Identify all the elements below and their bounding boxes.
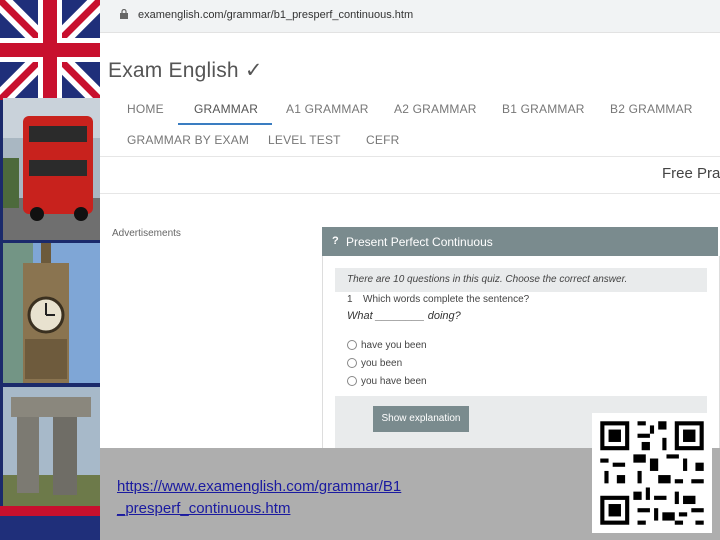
section-divider [100, 193, 720, 194]
question-icon: ? [332, 235, 339, 247]
answer-option[interactable]: have you been [347, 340, 427, 351]
show-explanation-button[interactable]: Show explanation [373, 406, 469, 432]
nav-b1-grammar[interactable]: B1 GRAMMAR [502, 102, 585, 116]
nav-cefr[interactable]: CEFR [366, 133, 399, 147]
qr-code-icon[interactable] [592, 413, 712, 533]
radio-button[interactable] [347, 340, 357, 351]
address-bar[interactable]: examenglish.com/grammar/b1_presperf_cont… [100, 0, 720, 33]
union-jack-flag-bottom [0, 506, 100, 540]
quiz-instructions-box: There are 10 questions in this quiz. Cho… [335, 268, 707, 292]
question-number: 1 [347, 294, 353, 305]
question-sentence: What ________ doing? [347, 310, 461, 322]
answer-option-label: you have been [361, 376, 427, 387]
active-nav-underline [178, 123, 272, 125]
quiz-url-link[interactable]: https://www.examenglish.com/grammar/B1 _… [117, 476, 497, 520]
nav-home[interactable]: HOME [127, 102, 164, 116]
quiz-header: ? Present Perfect Continuous [322, 227, 718, 256]
nav-grammar-by-exam[interactable]: GRAMMAR BY EXAM [127, 133, 249, 147]
site-logo[interactable]: Exam English ✓ [108, 58, 263, 83]
nav-divider [100, 156, 720, 157]
nav-a2-grammar[interactable]: A2 GRAMMAR [394, 102, 477, 116]
advertisements-label: Advertisements [112, 228, 181, 239]
quiz-url-line1[interactable]: https://www.examenglish.com/grammar/B1 [117, 478, 401, 495]
browser-window: examenglish.com/grammar/b1_presperf_cont… [100, 0, 720, 448]
nav-b2-grammar[interactable]: B2 GRAMMAR [610, 102, 693, 116]
answer-option[interactable]: you been [347, 358, 402, 369]
quiz-title: Present Perfect Continuous [346, 235, 493, 249]
stonehenge-photo [3, 387, 100, 507]
lock-icon [120, 9, 128, 19]
question-text: Which words complete the sentence? [363, 294, 530, 305]
answer-option-label: you been [361, 358, 403, 369]
answer-option-label: have you been [361, 340, 427, 351]
big-ben-photo [3, 243, 100, 383]
london-bus-photo [3, 98, 100, 240]
free-practice-link[interactable]: Free Prac [662, 165, 720, 182]
union-jack-flag-top [0, 0, 100, 100]
nav-level-test[interactable]: LEVEL TEST [268, 133, 341, 147]
radio-button[interactable] [347, 358, 357, 369]
left-photo-strip [0, 0, 100, 540]
answer-option[interactable]: you have been [347, 376, 427, 387]
quiz-instructions: There are 10 questions in this quiz. Cho… [347, 274, 628, 285]
nav-a1-grammar[interactable]: A1 GRAMMAR [286, 102, 369, 116]
quiz-url-line2[interactable]: _presperf_continuous.htm [117, 500, 290, 517]
url-text[interactable]: examenglish.com/grammar/b1_presperf_cont… [138, 9, 413, 21]
nav-grammar[interactable]: GRAMMAR [194, 102, 258, 116]
radio-button[interactable] [347, 376, 357, 387]
